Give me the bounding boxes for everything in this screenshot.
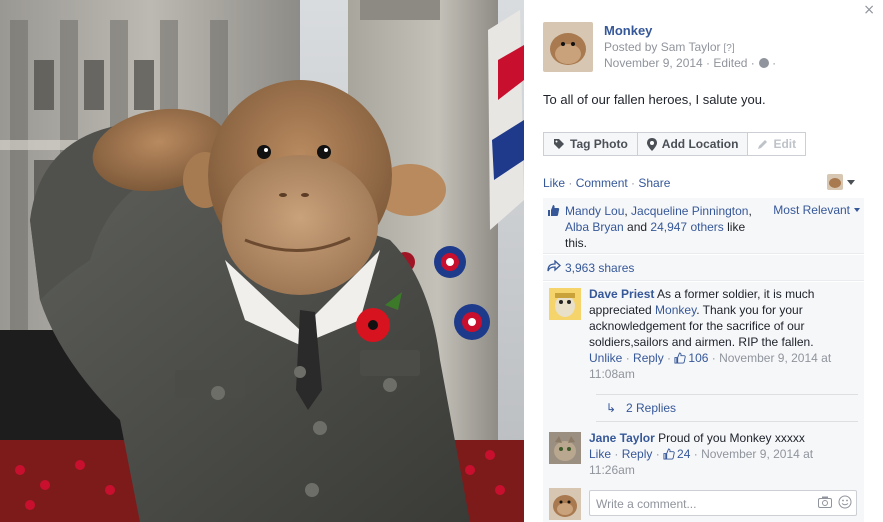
thumbs-up-icon: [663, 448, 675, 460]
add-location-button[interactable]: Add Location: [636, 132, 749, 156]
close-icon[interactable]: ×: [863, 2, 875, 18]
comment-author-link[interactable]: Jane Taylor: [589, 431, 655, 445]
like-link[interactable]: Like: [543, 176, 565, 190]
reply-link[interactable]: Reply: [633, 351, 664, 365]
comment-item: Jane Taylor Proud of you Monkey xxxxx Li…: [549, 430, 859, 480]
reply-arrow-icon: ↳: [606, 401, 617, 415]
page-name-link[interactable]: Monkey: [604, 23, 652, 38]
shares-link[interactable]: 3,963 shares: [565, 261, 634, 275]
reply-link[interactable]: Reply: [622, 447, 653, 461]
commenter-avatar[interactable]: [549, 288, 581, 320]
globe-icon[interactable]: [758, 58, 769, 68]
edit-label: Edit: [773, 137, 797, 151]
tag-icon: [554, 139, 564, 149]
liker-link[interactable]: Mandy Lou: [565, 204, 624, 218]
comment-item: Dave Priest As a former soldier, it is m…: [549, 286, 859, 426]
pencil-icon: [758, 139, 768, 149]
share-arrow-icon: [547, 260, 561, 272]
comment-author-link[interactable]: Dave Priest: [589, 287, 654, 301]
comment-text-part: Proud of you Monkey xxxxx: [654, 431, 805, 445]
like-comment-link[interactable]: Like: [589, 447, 611, 461]
engagement-links: Like · Comment · Share: [543, 176, 670, 190]
posted-by: Posted by Sam Taylor [?]: [604, 40, 735, 54]
comment-placeholder: Write a comment...: [596, 497, 697, 511]
post-timestamp-line: November 9, 2014 · Edited · ·: [604, 56, 776, 70]
like-count-text: 106: [688, 351, 709, 365]
post-meta-trail: ·: [772, 56, 777, 70]
replies-link[interactable]: 2 Replies: [626, 401, 676, 415]
comment-text: Jane Taylor Proud of you Monkey xxxxx: [589, 430, 859, 446]
page-avatar[interactable]: [543, 22, 593, 72]
and-text: and: [623, 220, 651, 234]
commenter-avatar[interactable]: [549, 432, 581, 464]
composer-icons: [818, 495, 852, 509]
camera-icon[interactable]: [818, 496, 832, 508]
post-date[interactable]: November 9, 2014 · Edited ·: [604, 56, 755, 70]
posted-by-help[interactable]: [?]: [724, 43, 735, 54]
post-text: To all of our fallen heroes, I salute yo…: [543, 92, 766, 107]
commenter-avatar: [827, 174, 843, 190]
tag-photo-button[interactable]: Tag Photo: [543, 132, 638, 156]
tag-photo-label: Tag Photo: [570, 137, 628, 151]
unlike-link[interactable]: Unlike: [589, 351, 622, 365]
post-side-panel: × Monkey Posted by Sam Taylor [?] Novembe…: [524, 0, 883, 522]
commenter-selector[interactable]: [827, 174, 855, 190]
liker-link[interactable]: Alba Bryan: [565, 220, 624, 234]
comments-section: Dave Priest As a former soldier, it is m…: [543, 282, 864, 522]
chevron-down-icon: [847, 179, 855, 185]
likes-text: Mandy Lou, Jacqueline Pinnington, Alba B…: [565, 203, 765, 251]
photo-actions: Tag Photo Add Location Edit: [543, 132, 807, 156]
comment-body: Jane Taylor Proud of you Monkey xxxxx Li…: [589, 430, 859, 478]
comment-like-count[interactable]: 106: [674, 351, 708, 365]
photo-viewer[interactable]: [0, 0, 524, 522]
thumbs-up-icon: [548, 205, 560, 216]
mention-link[interactable]: Monkey: [655, 303, 696, 317]
comment-meta: Unlike · Reply · 106 · November 9, 2014 …: [589, 351, 832, 381]
comment-time[interactable]: November 9, 2014 at 11:08am: [589, 351, 831, 381]
share-link[interactable]: Share: [638, 176, 670, 190]
posted-by-text: Posted by Sam Taylor: [604, 40, 721, 54]
likes-summary: Mandy Lou, Jacqueline Pinnington, Alba B…: [543, 198, 864, 254]
shares-summary: 3,963 shares: [543, 255, 864, 281]
monkey-salute-photo: [0, 0, 524, 522]
thumbs-up-icon: [674, 352, 687, 364]
separator: ·: [627, 176, 639, 190]
composer-avatar: [549, 488, 581, 520]
like-count-text: 24: [677, 447, 691, 461]
view-replies[interactable]: ↳ 2 Replies: [596, 394, 858, 422]
edit-button[interactable]: Edit: [747, 132, 807, 156]
others-link[interactable]: 24,947 others: [650, 220, 723, 234]
liker-link[interactable]: Jacqueline Pinnington: [631, 204, 748, 218]
comment-body: Dave Priest As a former soldier, it is m…: [589, 286, 859, 382]
comment-meta: Like · Reply · 24 · November 9, 2014 at …: [589, 447, 814, 477]
sort-dropdown[interactable]: Most Relevant: [773, 203, 860, 217]
comment-text: Dave Priest As a former soldier, it is m…: [589, 286, 859, 350]
location-pin-icon: [646, 137, 657, 151]
comment-like-count[interactable]: 24: [663, 447, 690, 461]
emoji-icon[interactable]: [838, 495, 852, 509]
add-location-label: Add Location: [661, 137, 739, 151]
post-header: Monkey Posted by Sam Taylor [?] November …: [543, 22, 863, 74]
separator: ·: [565, 176, 576, 190]
comment-composer: Write a comment...: [549, 486, 859, 522]
separator: ,: [748, 204, 752, 218]
comment-link[interactable]: Comment: [576, 176, 628, 190]
comment-input[interactable]: Write a comment...: [589, 490, 857, 516]
